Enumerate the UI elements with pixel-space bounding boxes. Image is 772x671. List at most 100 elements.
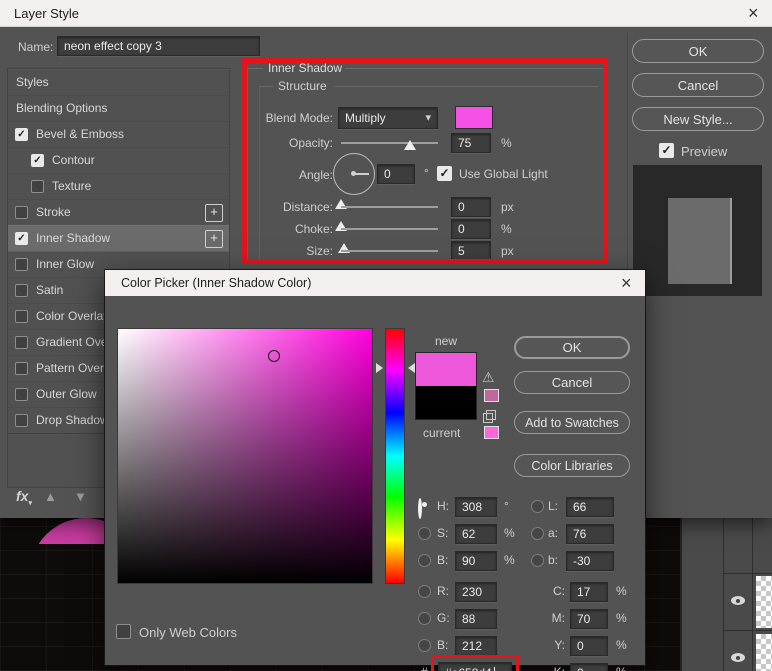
color-overlay-checkbox[interactable] (15, 309, 28, 323)
hue-slider[interactable] (385, 328, 405, 584)
contour-checkbox[interactable] (31, 153, 44, 167)
radio-g[interactable] (418, 612, 431, 625)
sidebar-item-contour[interactable]: Contour (8, 147, 229, 174)
preview-checkbox[interactable] (659, 143, 674, 158)
h-label: H: (437, 499, 449, 513)
texture-checkbox[interactable] (31, 179, 44, 193)
picker-ok-button[interactable]: OK (514, 336, 630, 359)
pattern-overlay-checkbox[interactable] (15, 361, 28, 375)
hue-arrow-right-icon[interactable] (408, 363, 415, 373)
angle-dial[interactable] (333, 153, 375, 195)
radio-l[interactable] (531, 500, 544, 513)
b-brightness-input[interactable]: 90 (455, 551, 497, 571)
radio-s[interactable] (418, 527, 431, 540)
outer-glow-checkbox[interactable] (15, 387, 28, 401)
g-input[interactable]: 88 (455, 609, 497, 629)
gradient-overlay-checkbox[interactable] (15, 335, 28, 349)
stroke-checkbox[interactable] (15, 205, 28, 219)
h-input[interactable]: 308 (455, 497, 497, 517)
close-icon[interactable]: × (748, 4, 759, 22)
y-input[interactable]: 0 (570, 636, 608, 656)
satin-checkbox[interactable] (15, 283, 28, 297)
add-inner-shadow-plus-button[interactable]: + (205, 230, 223, 248)
color-picker-dialog: Color Picker (Inner Shadow Color) × new … (105, 270, 645, 671)
m-input[interactable]: 70 (570, 609, 608, 629)
sidebar-item-stroke[interactable]: Stroke + (8, 199, 229, 226)
choke-input[interactable]: 0 (451, 219, 491, 239)
use-global-light-checkbox[interactable] (437, 166, 452, 181)
radio-a[interactable] (531, 527, 544, 540)
radio-b-brightness[interactable] (418, 554, 431, 567)
radio-b-blue[interactable] (418, 639, 431, 652)
current-color-label: current (423, 426, 461, 440)
opacity-slider-thumb[interactable] (404, 140, 416, 150)
layer-thumbnail[interactable] (756, 634, 772, 671)
color-field[interactable] (117, 328, 373, 584)
inner-shadow-checkbox[interactable] (15, 231, 28, 245)
inner-glow-checkbox[interactable] (15, 257, 28, 271)
opacity-slider[interactable] (341, 142, 438, 144)
r-input[interactable]: 230 (455, 582, 497, 602)
sidebar-item-styles[interactable]: Styles (8, 69, 229, 96)
drop-shadow-checkbox[interactable] (15, 413, 28, 427)
layer-style-titlebar[interactable]: Layer Style × (0, 0, 772, 27)
blend-mode-select[interactable]: Multiply ▾ (338, 107, 438, 129)
k-input[interactable]: 0 (570, 663, 608, 671)
cancel-button[interactable]: Cancel (632, 73, 764, 97)
web-safe-swatch[interactable] (484, 426, 499, 439)
radio-lab-b[interactable] (531, 554, 544, 567)
color-field-marker[interactable] (268, 350, 280, 362)
add-stroke-plus-button[interactable]: + (205, 204, 223, 222)
layer-thumbnail[interactable] (756, 576, 772, 628)
shadow-color-swatch[interactable] (455, 106, 493, 129)
size-slider[interactable] (341, 250, 438, 252)
layer-visibility-eye-icon[interactable] (731, 596, 745, 605)
g-label: G: (437, 611, 450, 625)
add-to-swatches-button[interactable]: Add to Swatches (514, 411, 630, 434)
angle-label: Angle: (298, 168, 333, 182)
sidebar-item-blending-options[interactable]: Blending Options (8, 95, 229, 122)
l-input[interactable]: 66 (566, 497, 614, 517)
s-input[interactable]: 62 (455, 524, 497, 544)
angle-input[interactable]: 0 (377, 164, 415, 184)
sidebar-item-texture[interactable]: Texture (8, 173, 229, 200)
picker-cancel-button[interactable]: Cancel (514, 371, 630, 394)
sidebar-item-bevel-emboss[interactable]: Bevel & Emboss (8, 121, 229, 148)
color-libraries-button[interactable]: Color Libraries (514, 454, 630, 477)
ok-button[interactable]: OK (632, 39, 764, 63)
name-input[interactable]: neon effect copy 3 (57, 36, 260, 56)
fx-menu-button[interactable]: fx▾ (16, 488, 32, 507)
hue-arrow-left-icon[interactable] (376, 363, 383, 373)
c-label: C: (553, 584, 565, 598)
distance-unit: px (501, 200, 514, 214)
lab-b-input[interactable]: -30 (566, 551, 614, 571)
move-effect-down-button[interactable]: ▼ (74, 489, 87, 504)
layer-visibility-eye-icon[interactable] (731, 653, 745, 662)
only-web-colors-checkbox[interactable] (116, 624, 131, 639)
new-color-label: new (435, 334, 458, 348)
opacity-input[interactable]: 75 (451, 133, 491, 153)
hex-input[interactable]: #e658d4 (438, 662, 512, 671)
distance-input[interactable]: 0 (451, 197, 491, 217)
new-style-button[interactable]: New Style... (632, 107, 764, 131)
color-picker-titlebar[interactable]: Color Picker (Inner Shadow Color) × (105, 270, 645, 296)
size-input[interactable]: 5 (451, 241, 491, 261)
move-effect-up-button[interactable]: ▲ (44, 489, 57, 504)
radio-r[interactable] (418, 585, 431, 598)
only-web-colors-label: Only Web Colors (139, 625, 238, 640)
b-blue-input[interactable]: 212 (455, 636, 497, 656)
gamut-warning-swatch[interactable] (484, 389, 499, 402)
a-input[interactable]: 76 (566, 524, 614, 544)
opacity-label: Opacity: (288, 136, 333, 150)
preview-thumbnail (633, 165, 762, 296)
name-label: Name: (18, 40, 54, 54)
distance-slider[interactable] (341, 206, 438, 208)
b-brightness-unit: % (504, 553, 515, 567)
choke-slider[interactable] (341, 228, 438, 230)
gamut-warning-icon[interactable]: ⚠ (482, 369, 495, 386)
close-icon[interactable]: × (621, 274, 632, 292)
bevel-emboss-checkbox[interactable] (15, 127, 28, 141)
c-input[interactable]: 17 (570, 582, 608, 602)
radio-h[interactable] (418, 498, 422, 519)
sidebar-item-inner-shadow[interactable]: Inner Shadow + (8, 225, 229, 252)
